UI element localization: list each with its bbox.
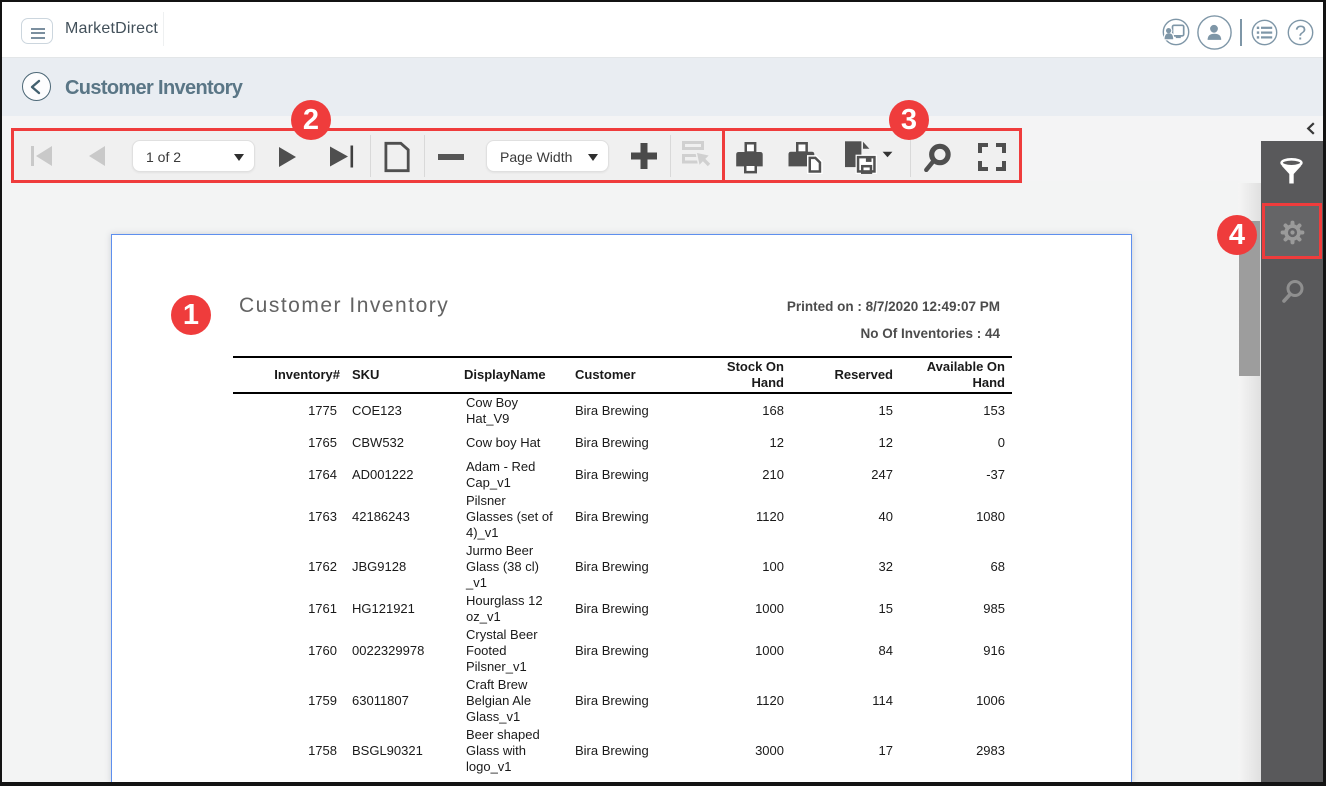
- svg-text:?: ?: [1295, 23, 1306, 45]
